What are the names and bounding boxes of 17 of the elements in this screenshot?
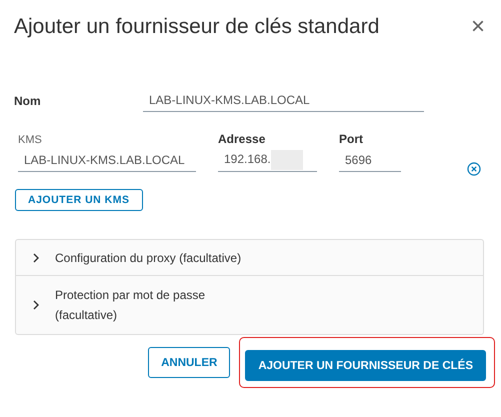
column-label: KMS [18,134,43,146]
address-field[interactable]: 192.168. [218,150,317,172]
section-label: Configuration du proxy (facultative) [55,250,242,266]
accordion-section[interactable]: Configuration du proxy (facultative) [16,240,483,276]
accordion-section[interactable]: Protection par mot de passe (facultative) [16,276,483,334]
close-button[interactable]: × [468,15,487,39]
section-label: Protection par mot de passe (facultative) [55,287,206,324]
add-provider-button[interactable]: AJOUTER UN FOURNISSEUR DE CLÉS [245,350,486,381]
chevron-icon [32,300,40,310]
remove-icon[interactable] [467,162,481,176]
add-kms-button[interactable]: AJOUTER UN KMS [15,189,143,211]
name-label: Nom [14,94,42,108]
column-label: Port [339,132,364,146]
column-label: Adresse [218,132,266,146]
chevron-icon [32,252,40,262]
cancel-button[interactable]: ANNULER [148,347,230,378]
dialog-title: Ajouter un fournisseur de clés standard [14,15,380,39]
